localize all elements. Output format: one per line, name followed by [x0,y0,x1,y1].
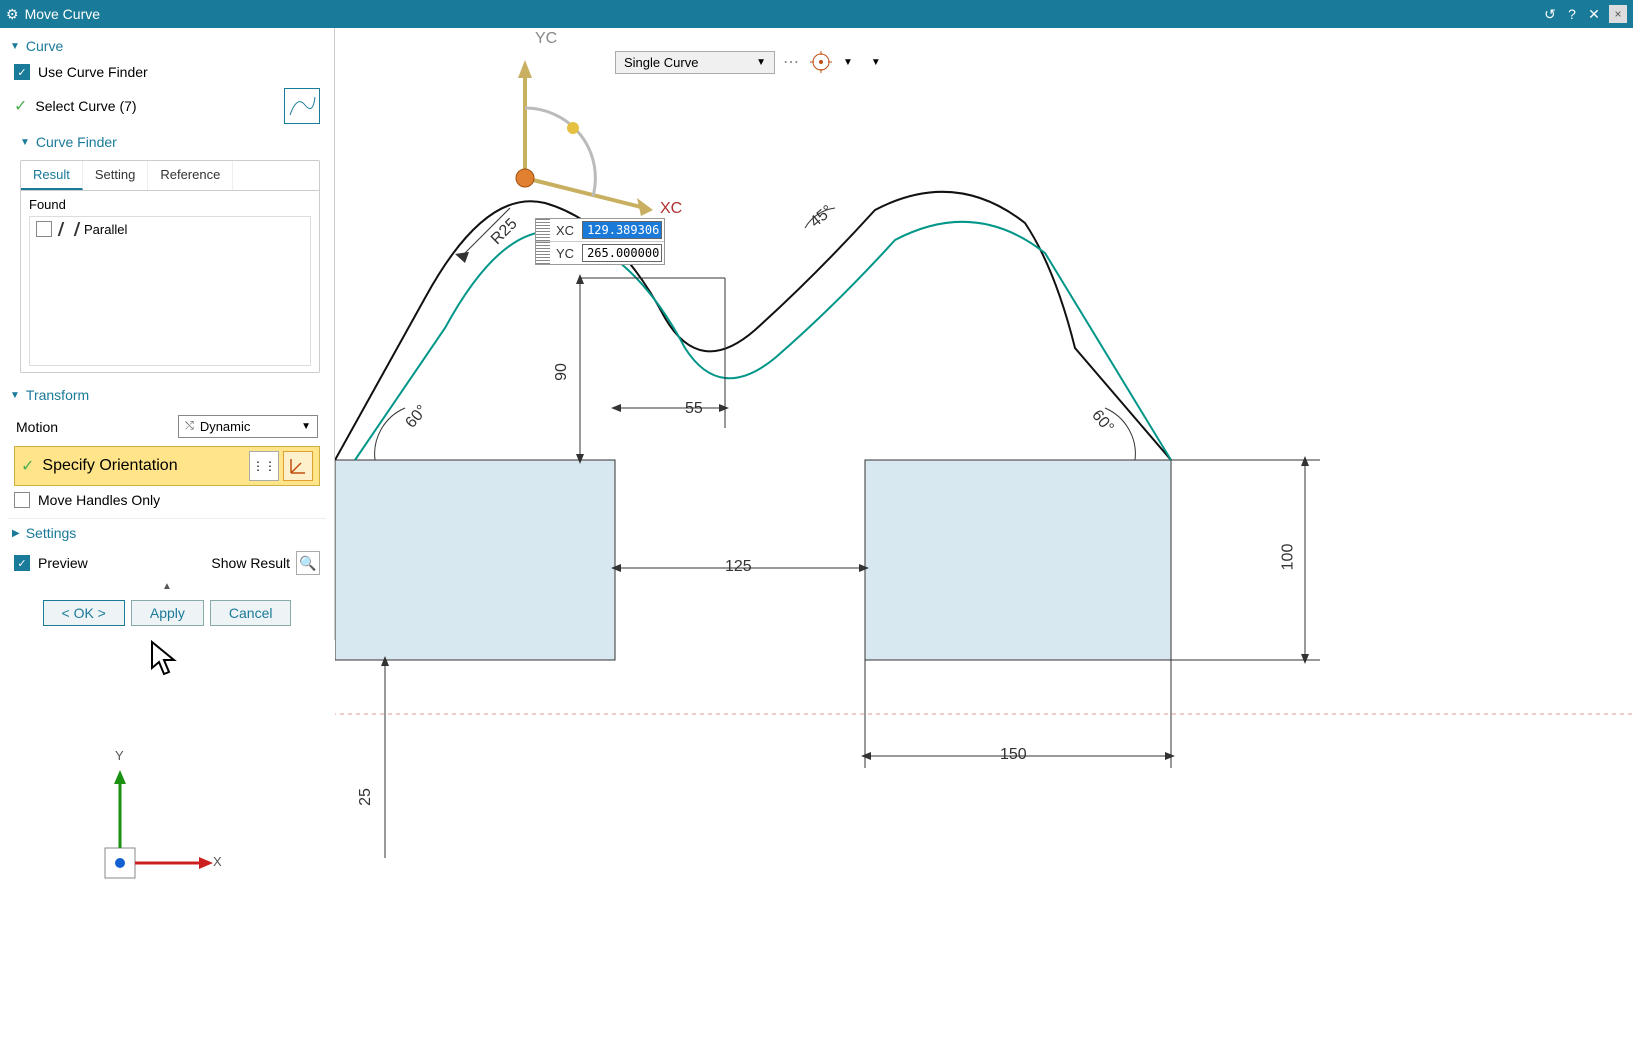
section-settings[interactable]: ▶ Settings [8,518,326,547]
use-curve-finder-row[interactable]: ✓ Use Curve Finder [8,60,326,84]
parallel-checkbox[interactable] [36,221,52,237]
show-result-label: Show Result [211,555,290,571]
section-transform-label: Transform [26,387,89,403]
section-settings-label: Settings [26,525,77,541]
found-item-parallel[interactable]: Parallel [30,217,310,241]
csys-dialog-button[interactable]: ⋮⋮ [249,451,279,481]
preview-label: Preview [38,555,88,571]
found-area: Found Parallel [21,191,319,372]
collapse-handle[interactable]: ▲ [8,579,326,594]
xc-axis-label: XC [660,200,682,218]
xc-input[interactable]: 129.389306 [582,221,662,239]
section-curve-label: Curve [26,38,63,54]
caret-down-icon: ▼ [10,390,20,401]
dialog-titlebar: ⚙ Move Curve ↺ ? ✕ × [0,0,1633,28]
ok-button[interactable]: < OK > [43,600,125,626]
apply-button[interactable]: Apply [131,600,204,626]
cancel-button[interactable]: Cancel [210,600,292,626]
manipulator-button[interactable] [283,451,313,481]
move-handles-label: Move Handles Only [38,492,160,508]
section-transform[interactable]: ▼ Transform [8,381,326,409]
dim-150: 150 [1000,746,1027,764]
select-curve-label: Select Curve (7) [35,98,136,114]
tab-reference[interactable]: Reference [148,161,233,190]
chevron-down-icon: ▼ [301,421,311,432]
section-curve[interactable]: ▼ Curve [8,32,326,60]
dim-125: 125 [725,558,752,576]
move-handles-checkbox[interactable] [14,492,30,508]
specify-orientation-row[interactable]: ✓ Specify Orientation ⋮⋮ [14,446,320,486]
help-icon[interactable]: ? [1561,6,1583,22]
cursor-icon [150,640,180,678]
dim-25: 25 [357,788,375,806]
drawing-canvas [335,28,1633,1053]
move-handles-row[interactable]: Move Handles Only [8,488,326,512]
coordinate-editor[interactable]: XC 129.389306 YC 265.000000 [535,218,665,265]
specify-orientation-label: Specify Orientation [42,457,245,475]
motion-row: Motion ⤭ Dynamic ▼ [8,409,326,444]
yc-input[interactable]: 265.000000 [582,244,662,262]
yc-axis-label: YC [535,30,557,48]
triad-y-label: Y [115,748,124,763]
motion-select[interactable]: ⤭ Dynamic ▼ [178,415,318,438]
caret-down-icon: ▼ [10,41,20,52]
button-row: < OK > Apply Cancel [8,594,326,632]
use-curve-finder-checkbox[interactable]: ✓ [14,64,30,80]
show-result-button[interactable]: 🔍 [296,551,320,575]
motion-value: Dynamic [200,419,251,434]
preview-row: ✓ Preview Show Result 🔍 [8,547,326,579]
use-curve-finder-label: Use Curve Finder [38,64,148,80]
graphics-viewport[interactable]: Single Curve ▼ ⋯ ▼ ▼ [335,28,1633,1053]
curve-finder-subpanel: Result Setting Reference Found Parallel [20,160,320,373]
curve-thumb-icon[interactable] [284,88,320,124]
preview-checkbox[interactable]: ✓ [14,555,30,571]
dim-90: 90 [553,363,571,381]
xc-label: XC [550,221,580,240]
reset-icon[interactable]: ↺ [1539,6,1561,23]
drag-grip-icon[interactable] [536,242,550,264]
dim-100: 100 [1279,544,1297,571]
close-icon[interactable]: ✕ [1583,6,1605,23]
dim-55: 55 [685,400,703,418]
section-curve-finder-label: Curve Finder [36,134,117,150]
parallel-label: Parallel [84,222,127,237]
finder-tabs: Result Setting Reference [21,161,319,191]
tab-result[interactable]: Result [21,161,83,190]
gear-icon: ⚙ [6,6,19,23]
found-list[interactable]: Parallel [29,216,311,366]
dialog-title: Move Curve [25,6,100,22]
caret-right-icon: ▶ [12,528,20,539]
view-triad[interactable]: Y X [95,748,235,893]
options-panel: ▼ Curve ✓ Use Curve Finder ✓ Select Curv… [0,28,335,640]
detach-icon[interactable]: × [1609,5,1627,23]
tab-setting[interactable]: Setting [83,161,148,190]
motion-label: Motion [16,419,178,435]
dynamic-icon: ⤭ [185,420,194,433]
found-label: Found [29,197,311,216]
parallel-icon [58,222,81,236]
yc-label: YC [550,244,580,263]
select-curve-row[interactable]: ✓ Select Curve (7) [8,84,326,128]
check-icon: ✓ [14,96,27,116]
section-curve-finder[interactable]: ▼ Curve Finder [18,128,326,156]
triad-x-label: X [213,854,222,869]
check-icon: ✓ [21,456,34,476]
caret-down-icon: ▼ [20,137,30,148]
drag-grip-icon[interactable] [536,219,550,241]
